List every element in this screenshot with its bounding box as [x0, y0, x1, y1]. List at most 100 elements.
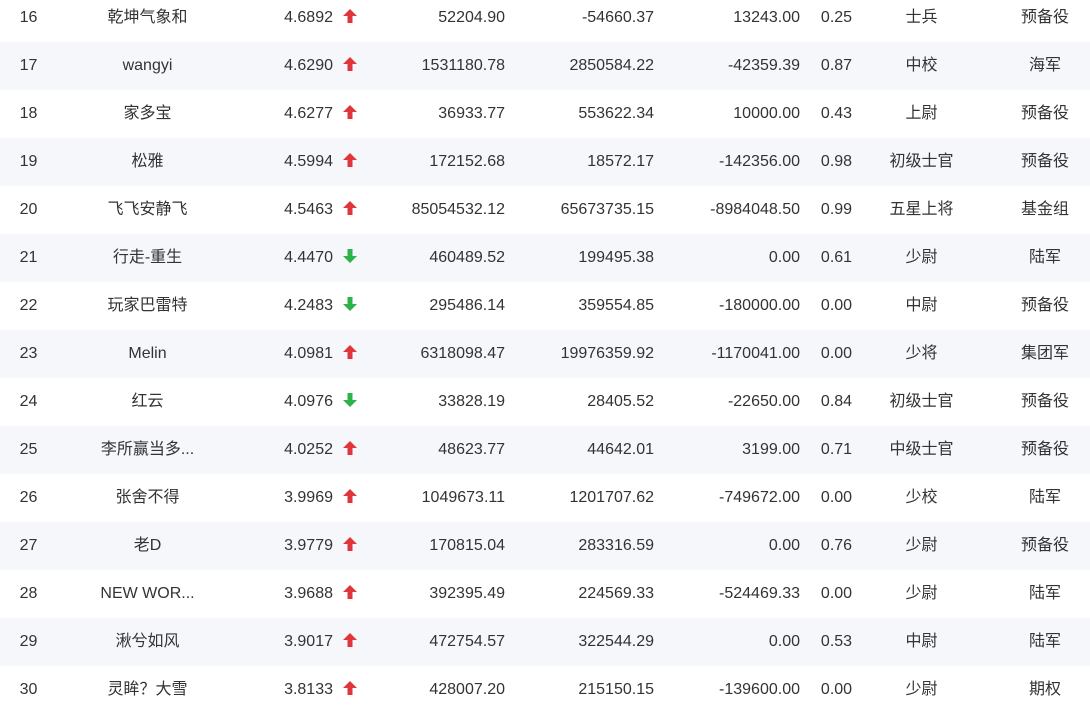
value1-cell: 472754.57: [429, 633, 505, 650]
player-name-link[interactable]: 红云: [70, 378, 225, 426]
level-cell: 中级士官: [889, 441, 954, 458]
trend-up-icon: [340, 330, 360, 378]
group-cell: 陆军: [1028, 633, 1061, 650]
group-cell: 预备役: [1020, 297, 1069, 314]
trend-up-icon: [340, 426, 360, 474]
value3-cell: -142356.00: [719, 153, 800, 170]
ratio-cell: 0.87: [820, 57, 853, 74]
player-name-link[interactable]: Melin: [70, 330, 225, 378]
value2-cell: 224569.33: [578, 585, 654, 602]
score-cell: 4.2483: [284, 297, 333, 314]
group-cell: 海军: [1028, 57, 1061, 74]
player-name-link[interactable]: 松雅: [70, 138, 225, 186]
level-cell: 少尉: [905, 537, 938, 554]
score-cell: 4.0981: [284, 345, 333, 362]
group-cell: 预备役: [1020, 537, 1069, 554]
value1-cell: 1049673.11: [421, 489, 505, 506]
trend-down-icon: [340, 378, 360, 426]
table-row[interactable]: 18 家多宝 4.6277 36933.77 553622.34 10000.00 0.43…: [0, 90, 1090, 138]
ratio-cell: 0.25: [820, 9, 853, 26]
group-cell: 陆军: [1028, 585, 1061, 602]
player-name-link[interactable]: NEW WOR...: [70, 570, 225, 618]
rank-cell: 30: [19, 681, 38, 698]
table-row[interactable]: 25 李所赢当多... 4.0252 48623.77 44642.01 3199.00 0…: [0, 426, 1090, 474]
value3-cell: -42359.39: [727, 57, 800, 74]
ranking-table: 16 乾坤气象和 4.6892 52204.90 -54660.37 13243.00 0.…: [0, 0, 1090, 714]
value1-cell: 36933.77: [438, 105, 505, 122]
trend-up-icon: [340, 474, 360, 522]
rank-cell: 25: [19, 441, 38, 458]
ratio-cell: 0.00: [820, 681, 853, 698]
score-cell: 4.5463: [284, 201, 333, 218]
value3-cell: -139600.00: [719, 681, 800, 698]
table-row[interactable]: 28 NEW WOR... 3.9688 392395.49 224569.33 -524…: [0, 570, 1090, 618]
player-name-link[interactable]: 张舍不得: [70, 474, 225, 522]
table-row[interactable]: 26 张舍不得 3.9969 1049673.11 1201707.62 -749672.…: [0, 474, 1090, 522]
rank-cell: 29: [19, 633, 38, 650]
table-row[interactable]: 22 玩家巴雷特 4.2483 295486.14 359554.85 -180000.0…: [0, 282, 1090, 330]
score-cell: 4.6277: [284, 105, 333, 122]
ratio-cell: 0.00: [820, 585, 853, 602]
value3-cell: 0.00: [768, 537, 800, 554]
player-name-link[interactable]: wangyi: [70, 42, 225, 90]
value3-cell: 13243.00: [733, 9, 800, 26]
level-cell: 中尉: [905, 297, 938, 314]
player-name-link[interactable]: 行走-重生: [70, 234, 225, 282]
score-cell: 4.0252: [284, 441, 333, 458]
table-row[interactable]: 20 飞飞安静飞 4.5463 85054532.12 65673735.15 -8984…: [0, 186, 1090, 234]
table-row[interactable]: 24 红云 4.0976 33828.19 28405.52 -22650.00 0.84 初…: [0, 378, 1090, 426]
value1-cell: 392395.49: [429, 585, 505, 602]
ratio-cell: 0.00: [820, 489, 853, 506]
value2-cell: 2850584.22: [569, 57, 654, 74]
player-name-link[interactable]: 灵眸？大雪: [70, 666, 225, 714]
level-cell: 少尉: [905, 681, 938, 698]
player-name-link[interactable]: 家多宝: [70, 90, 225, 138]
trend-up-icon: [340, 618, 360, 666]
score-cell: 3.9969: [284, 489, 333, 506]
player-name-link[interactable]: 老D: [70, 522, 225, 570]
table-row[interactable]: 21 行走-重生 4.4470 460489.52 199495.38 0.00 0.61 少…: [0, 234, 1090, 282]
table-row[interactable]: 19 松雅 4.5994 172152.68 18572.17 -142356.00 0.9…: [0, 138, 1090, 186]
rank-cell: 22: [19, 297, 38, 314]
value2-cell: 19976359.92: [560, 345, 654, 362]
level-cell: 五星上将: [889, 201, 954, 218]
level-cell: 士兵: [905, 9, 938, 26]
value1-cell: 428007.20: [429, 681, 505, 698]
level-cell: 少将: [905, 345, 938, 362]
trend-up-icon: [340, 186, 360, 234]
value2-cell: 28405.52: [587, 393, 654, 410]
rank-cell: 28: [19, 585, 38, 602]
trend-down-icon: [340, 282, 360, 330]
trend-up-icon: [340, 570, 360, 618]
score-cell: 3.9017: [284, 633, 333, 650]
value1-cell: 1531180.78: [421, 57, 505, 74]
value1-cell: 48623.77: [438, 441, 505, 458]
player-name-link[interactable]: 玩家巴雷特: [70, 282, 225, 330]
value3-cell: 0.00: [768, 633, 800, 650]
player-name-link[interactable]: 飞飞安静飞: [70, 186, 225, 234]
rank-cell: 27: [19, 537, 38, 554]
table-row[interactable]: 17 wangyi 4.6290 1531180.78 2850584.22 -42359…: [0, 42, 1090, 90]
value2-cell: 215150.15: [578, 681, 654, 698]
value1-cell: 170815.04: [429, 537, 505, 554]
rank-cell: 21: [19, 249, 38, 266]
rank-cell: 17: [19, 57, 38, 74]
value3-cell: -1170041.00: [711, 345, 800, 362]
table-row[interactable]: 23 Melin 4.0981 6318098.47 19976359.92 -11700…: [0, 330, 1090, 378]
table-row[interactable]: 30 灵眸？大雪 3.8133 428007.20 215150.15 -139600.0…: [0, 666, 1090, 714]
ratio-cell: 0.00: [820, 345, 853, 362]
table-row[interactable]: 16 乾坤气象和 4.6892 52204.90 -54660.37 13243.00 0.…: [0, 0, 1090, 42]
level-cell: 中校: [905, 57, 938, 74]
rank-cell: 20: [19, 201, 38, 218]
ratio-cell: 0.71: [820, 441, 853, 458]
rank-cell: 16: [19, 9, 38, 26]
player-name-link[interactable]: 乾坤气象和: [70, 0, 225, 42]
trend-up-icon: [340, 138, 360, 186]
score-cell: 3.9688: [284, 585, 333, 602]
player-name-link[interactable]: 湫兮如风: [70, 618, 225, 666]
value2-cell: 18572.17: [587, 153, 654, 170]
player-name-link[interactable]: 李所赢当多...: [70, 426, 225, 474]
table-row[interactable]: 29 湫兮如风 3.9017 472754.57 322544.29 0.00 0.53 中尉…: [0, 618, 1090, 666]
table-row[interactable]: 27 老D 3.9779 170815.04 283316.59 0.00 0.76 少尉 预备…: [0, 522, 1090, 570]
score-cell: 4.0976: [284, 393, 333, 410]
